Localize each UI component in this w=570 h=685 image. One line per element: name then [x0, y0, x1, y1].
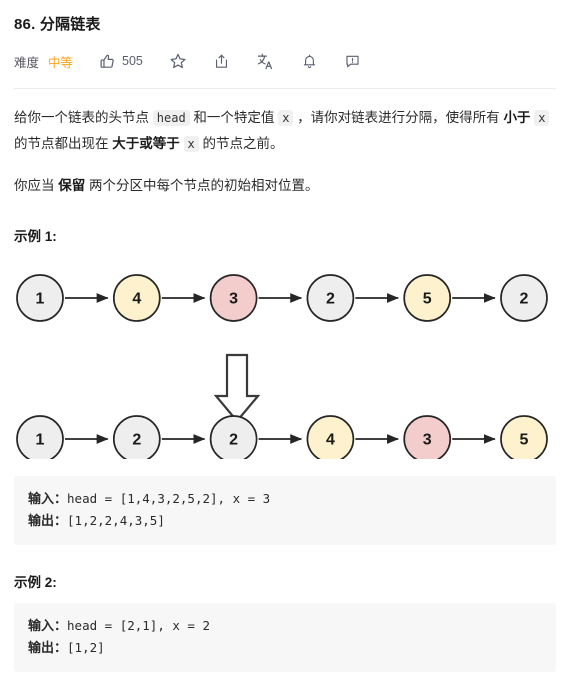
problem-meta-row: 难度 中等 505 [14, 47, 556, 75]
example-2-heading: 示例 2: [14, 575, 57, 590]
before-node-label: 2 [326, 291, 335, 308]
desc-text: ，请你对链表进行分隔，使得所有 [293, 110, 504, 125]
inline-code-x: x [183, 136, 199, 152]
desc-emphasis-less-than: 小于 [503, 110, 531, 125]
after-node-label: 4 [326, 432, 335, 449]
desc-text: 给你一个链表的头节点 [14, 110, 153, 125]
header-divider [14, 88, 556, 89]
after-node-label: 1 [36, 432, 45, 449]
feedback-icon[interactable] [344, 53, 361, 70]
description-paragraph-2: 你应当 保留 两个分区中每个节点的初始相对位置。 [14, 173, 556, 199]
problem-page: 86. 分隔链表 难度 中等 505 给你一个链表的头节点 head 和一个特定… [0, 0, 570, 672]
like-count: 505 [122, 54, 143, 68]
desc-text: 你应当 [14, 178, 59, 193]
inline-code-x: x [278, 110, 294, 126]
linked-list-after: 1 2 2 4 3 5 [16, 415, 548, 463]
desc-emphasis-greater-equal: 大于或等于 [112, 136, 180, 151]
page-title[interactable]: 86. 分隔链表 [14, 14, 556, 36]
before-node-label: 5 [423, 291, 432, 308]
after-node-label: 2 [229, 432, 238, 449]
inline-code-head: head [152, 110, 190, 126]
example-1-output-value: [1,2,2,4,3,5] [67, 513, 165, 528]
example-1-input-value: head = [1,4,3,2,5,2], x = 3 [67, 491, 271, 506]
example-2-output-label: 输出： [28, 640, 68, 655]
desc-text: 两个分区中每个节点的初始相对位置。 [85, 178, 319, 193]
example-1-output-label: 输出： [28, 513, 68, 528]
example-2-codeblock: 输入：head = [2,1], x = 2 输出：[1,2] [14, 603, 556, 672]
example-2-input-label: 输入： [28, 618, 68, 633]
before-node-label: 3 [229, 291, 238, 308]
star-icon[interactable] [169, 52, 187, 70]
down-arrow-icon [213, 353, 261, 423]
desc-text [180, 136, 184, 151]
before-node-label: 2 [520, 291, 529, 308]
difficulty-label: 难度 [14, 55, 40, 70]
share-icon[interactable] [213, 53, 230, 70]
after-node-label: 5 [520, 432, 529, 449]
desc-text: 和一个特定值 [189, 110, 279, 125]
example-1-input-label: 输入： [28, 491, 68, 506]
thumbs-up-icon[interactable] [99, 53, 116, 70]
like-button[interactable]: 505 [99, 53, 143, 70]
desc-text: 的节点之前。 [198, 136, 284, 151]
after-node-label: 2 [132, 432, 141, 449]
description-paragraph-1: 给你一个链表的头节点 head 和一个特定值 x ，请你对链表进行分隔，使得所有… [14, 105, 556, 157]
feedback-button[interactable] [344, 53, 361, 70]
desc-text: 的节点都出现在 [14, 136, 113, 151]
before-node-label: 1 [36, 291, 45, 308]
example-1-heading: 示例 1: [14, 229, 57, 244]
translate-button[interactable] [256, 52, 275, 71]
difficulty-value: 中等 [48, 55, 74, 70]
share-button[interactable] [213, 53, 230, 70]
linked-list-before: 1 4 3 2 5 2 [16, 274, 548, 322]
transform-arrow-group [213, 353, 261, 423]
translate-icon[interactable] [256, 52, 275, 71]
bell-icon[interactable] [301, 53, 318, 70]
example-1-codeblock: 输入：head = [1,4,3,2,5,2], x = 3 输出：[1,2,2… [14, 476, 556, 545]
before-node-label: 4 [132, 291, 141, 308]
example-2-input-value: head = [2,1], x = 2 [67, 618, 211, 633]
notification-button[interactable] [301, 53, 318, 70]
inline-code-x: x [534, 110, 550, 126]
example-2-output-value: [1,2] [67, 640, 105, 655]
desc-emphasis-preserve: 保留 [58, 178, 86, 193]
favorite-button[interactable] [169, 52, 187, 70]
after-node-label: 3 [423, 432, 432, 449]
problem-description: 给你一个链表的头节点 head 和一个特定值 x ，请你对链表进行分隔，使得所有… [14, 105, 556, 199]
linked-list-diagram: 1 4 3 2 5 2 1 2 2 4 3 5 [16, 274, 548, 463]
